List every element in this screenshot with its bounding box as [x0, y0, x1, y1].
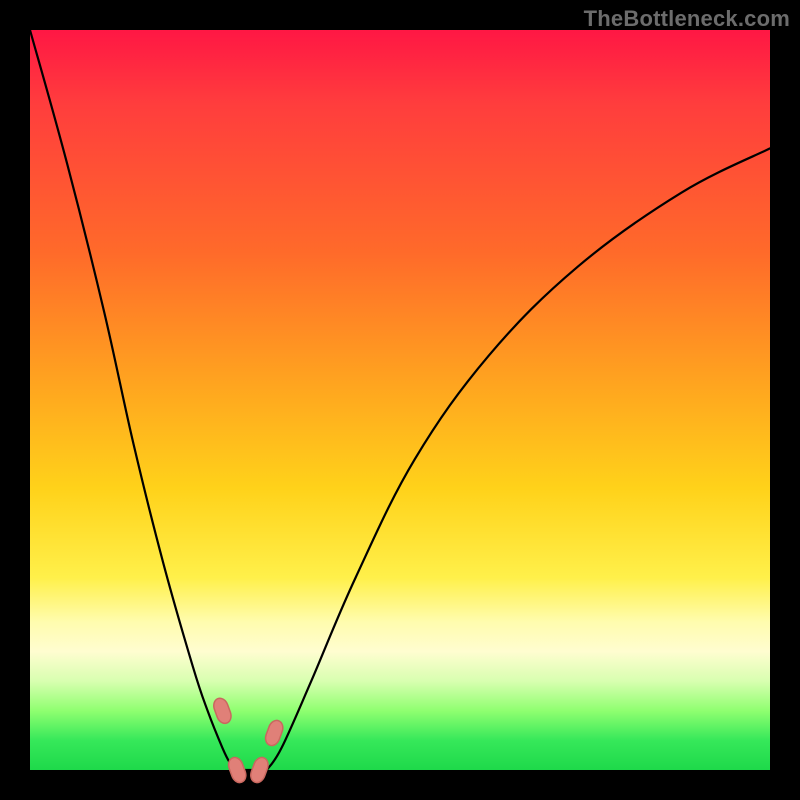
curve-right: [267, 148, 770, 770]
plot-area: [30, 30, 770, 770]
right-marker-lower: [248, 755, 270, 784]
left-marker-upper: [211, 696, 233, 725]
watermark-text: TheBottleneck.com: [584, 6, 790, 32]
chart-svg: [30, 30, 770, 770]
left-marker-lower: [226, 755, 248, 784]
curve-left: [30, 30, 237, 770]
markers-group: [211, 696, 285, 784]
right-marker-upper: [263, 718, 285, 747]
chart-frame: TheBottleneck.com: [0, 0, 800, 800]
